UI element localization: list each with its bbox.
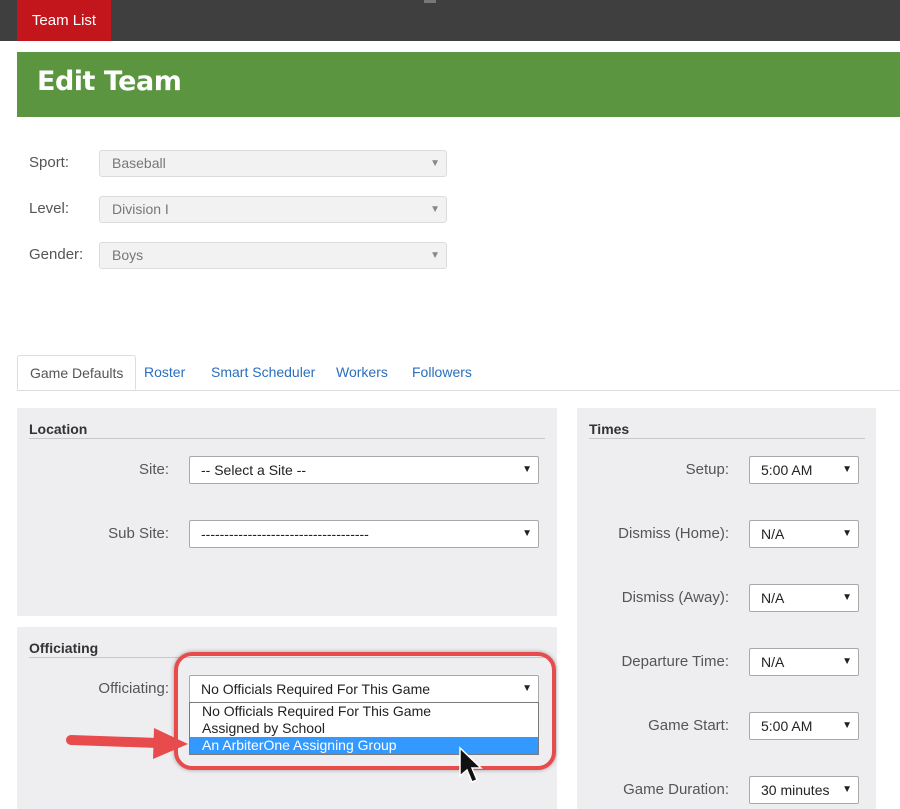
sport-label: Sport: (29, 154, 70, 171)
site-select[interactable]: -- Select a Site -- ▼ (189, 456, 539, 484)
game-duration-label: Game Duration: (623, 781, 729, 798)
dismiss-away-select-value: N/A (761, 590, 785, 606)
tab-workers[interactable]: Workers (336, 355, 388, 389)
chevron-down-icon: ▼ (522, 528, 532, 539)
annotation-arrow-icon (66, 728, 188, 759)
subsite-select-value: ------------------------------------ (201, 526, 369, 542)
chevron-down-icon: ▼ (842, 528, 852, 539)
chevron-down-icon: ▼ (842, 720, 852, 731)
departure-time-select[interactable]: N/A ▼ (749, 648, 859, 676)
dismiss-home-select[interactable]: N/A ▼ (749, 520, 859, 548)
chevron-down-icon: ▼ (430, 158, 440, 169)
team-tabs: Game Defaults Roster Smart Scheduler Wor… (17, 355, 900, 391)
game-start-select[interactable]: 5:00 AM ▼ (749, 712, 859, 740)
times-title: Times (589, 421, 630, 437)
chevron-down-icon: ▼ (522, 464, 532, 475)
top-nav-bar: Team List (0, 0, 900, 41)
dismiss-away-label: Dismiss (Away): (621, 589, 729, 606)
dismiss-home-select-value: N/A (761, 526, 785, 542)
departure-time-label: Departure Time: (621, 653, 729, 670)
location-title: Location (29, 421, 88, 437)
game-duration-select[interactable]: 30 minutes ▼ (749, 776, 859, 804)
level-select-value: Division I (112, 201, 169, 217)
level-select[interactable]: Division I ▼ (99, 196, 447, 223)
gender-select[interactable]: Boys ▼ (99, 242, 447, 269)
team-list-tab[interactable]: Team List (17, 0, 111, 41)
dismiss-away-select[interactable]: N/A ▼ (749, 584, 859, 612)
subsite-select[interactable]: ------------------------------------ ▼ (189, 520, 539, 548)
location-panel (17, 408, 557, 616)
setup-select-value: 5:00 AM (761, 462, 813, 478)
chevron-down-icon: ▼ (430, 204, 440, 215)
dismiss-home-label: Dismiss (Home): (618, 525, 729, 542)
subsite-label: Sub Site: (108, 525, 169, 542)
page-title: Edit Team (37, 66, 182, 97)
sport-select[interactable]: Baseball ▼ (99, 150, 447, 177)
tab-game-defaults[interactable]: Game Defaults (17, 355, 137, 390)
officiating-title: Officiating (29, 640, 99, 656)
tab-smart-scheduler[interactable]: Smart Scheduler (211, 355, 315, 389)
site-label: Site: (138, 461, 169, 478)
sport-select-value: Baseball (112, 155, 166, 171)
tab-roster[interactable]: Roster (144, 355, 185, 389)
officiating-label: Officiating: (98, 680, 169, 697)
gender-label: Gender: (29, 246, 84, 263)
site-select-value: -- Select a Site -- (201, 462, 307, 478)
location-divider (29, 438, 545, 439)
mouse-pointer-icon (459, 746, 483, 783)
annotation-highlight-box (174, 652, 556, 770)
game-start-select-value: 5:00 AM (761, 718, 813, 734)
departure-time-select-value: N/A (761, 654, 785, 670)
tab-followers[interactable]: Followers (412, 355, 472, 389)
chevron-down-icon: ▼ (842, 464, 852, 475)
level-label: Level: (29, 200, 70, 217)
times-divider (589, 438, 865, 439)
chevron-down-icon: ▼ (842, 784, 852, 795)
chevron-down-icon: ▼ (842, 656, 852, 667)
page-header: Edit Team (17, 52, 900, 117)
game-start-label: Game Start: (648, 717, 729, 734)
chevron-down-icon: ▼ (430, 250, 440, 261)
gender-select-value: Boys (112, 247, 144, 263)
setup-label: Setup: (685, 461, 729, 478)
setup-select[interactable]: 5:00 AM ▼ (749, 456, 859, 484)
game-duration-select-value: 30 minutes (761, 782, 830, 798)
nav-notch (424, 0, 436, 3)
chevron-down-icon: ▼ (842, 592, 852, 603)
